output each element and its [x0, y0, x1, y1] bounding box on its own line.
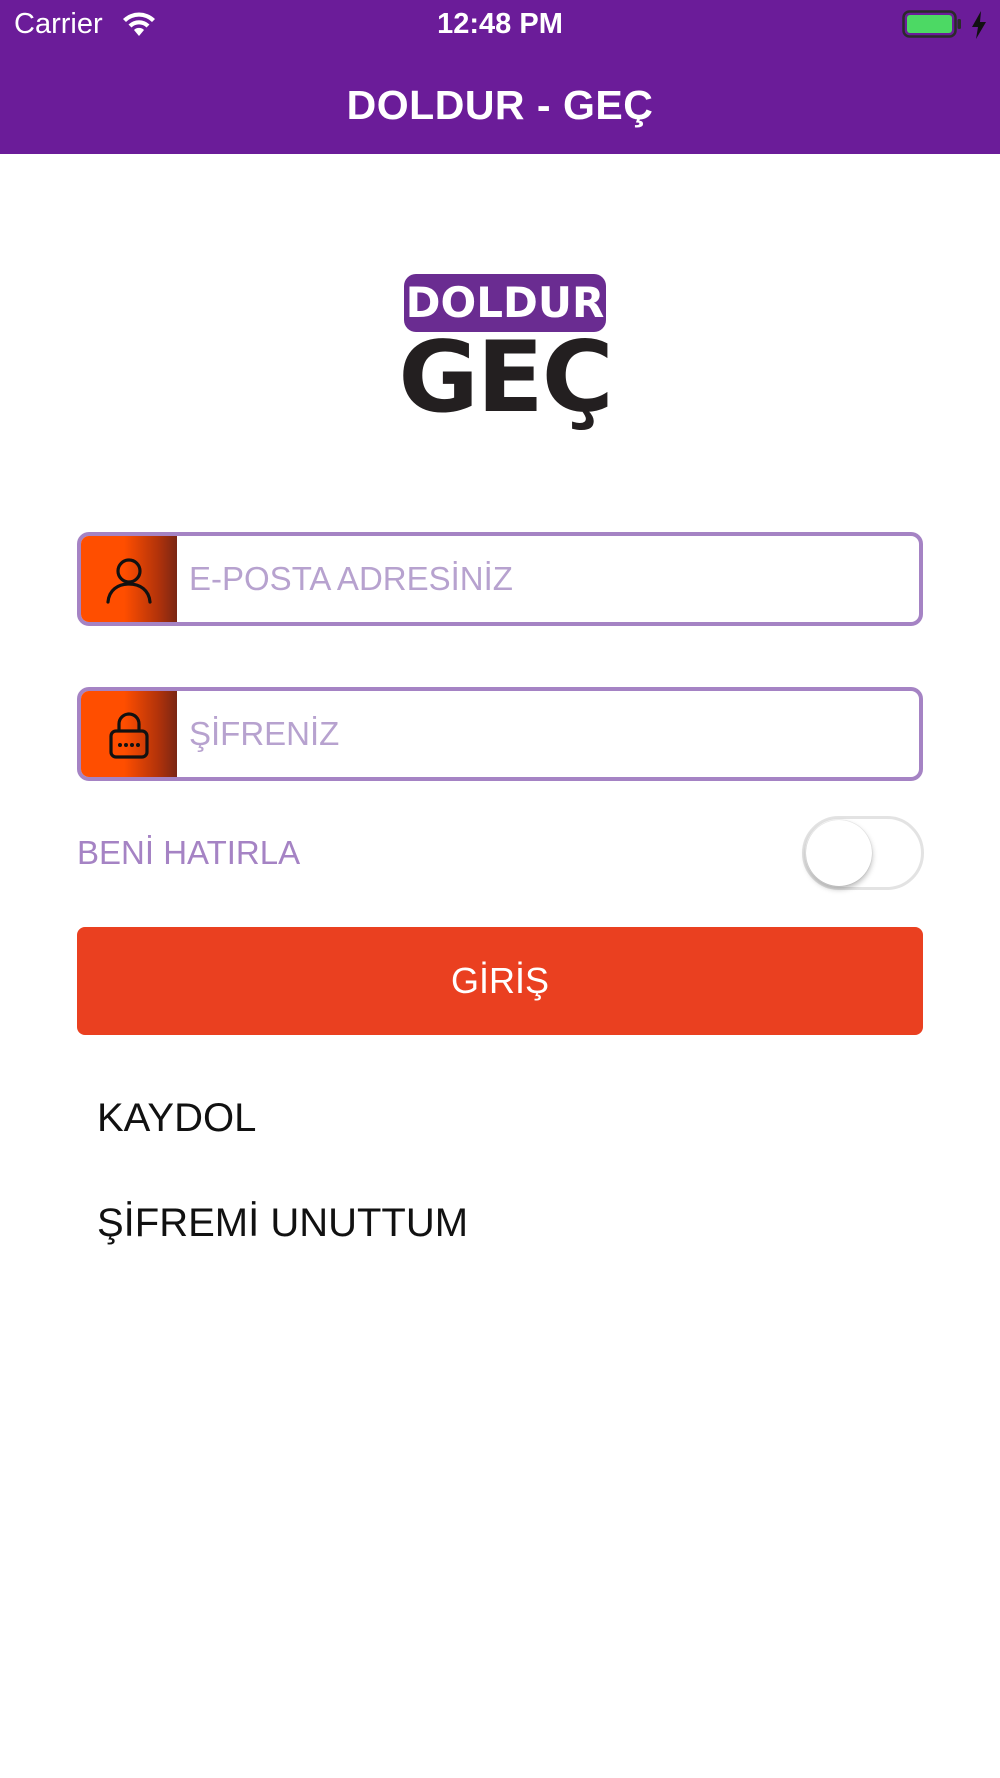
toggle-knob — [806, 820, 872, 886]
navigation-bar: DOLDUR - GEÇ — [0, 50, 1000, 154]
password-field[interactable] — [77, 687, 923, 781]
forgot-password-link[interactable]: ŞİFREMİ UNUTTUM — [97, 1201, 468, 1246]
battery-icon — [902, 10, 961, 38]
email-input[interactable] — [177, 536, 919, 622]
remember-me-label: BENİ HATIRLA — [77, 834, 301, 871]
user-icon — [106, 558, 152, 604]
charging-bolt-icon — [972, 11, 986, 39]
login-button[interactable]: GİRİŞ — [77, 927, 923, 1035]
status-time: 12:48 PM — [437, 8, 563, 40]
nav-title: DOLDUR - GEÇ — [346, 82, 654, 128]
email-field[interactable] — [77, 532, 923, 626]
password-input[interactable] — [177, 691, 919, 777]
lock-icon — [109, 712, 149, 759]
register-link[interactable]: KAYDOL — [97, 1096, 256, 1141]
password-field-icon-box — [81, 691, 177, 777]
logo-bottom-word: GEÇ — [398, 321, 613, 435]
remember-me-toggle[interactable] — [802, 816, 924, 890]
status-bar: Carrier 12:48 PM — [0, 0, 1000, 50]
email-field-icon-box — [81, 536, 177, 622]
app-logo: DOLDUR GEÇ — [398, 274, 614, 444]
